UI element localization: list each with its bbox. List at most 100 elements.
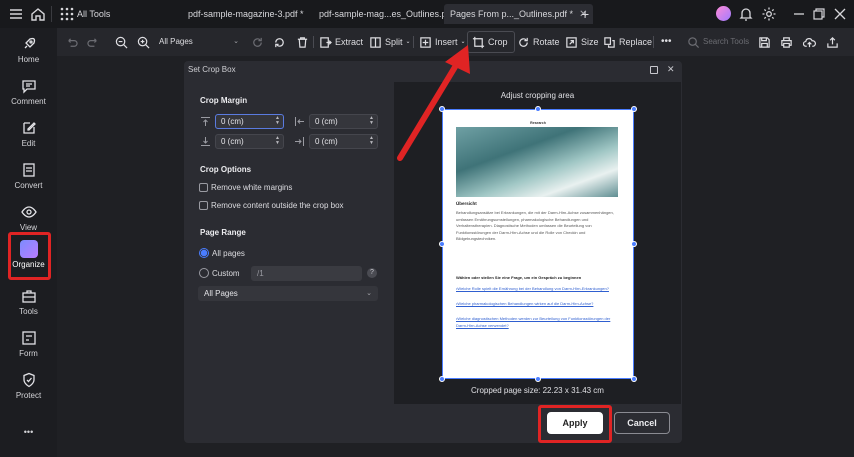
sidebar-item-form[interactable]: Form [0,326,57,366]
stepper-icon[interactable]: ▲ ▼ [275,116,280,126]
maximize-dialog-icon[interactable] [650,66,658,74]
save-icon[interactable] [758,34,771,50]
stepper-icon[interactable]: ▲ ▼ [369,136,374,146]
rotate-button[interactable]: Rotate [517,34,560,50]
rotate-icon [519,37,528,47]
custom-range-placeholder: /1 [257,269,264,278]
doc-link[interactable]: •Welche Rolle spielt die Ernährung bei d… [456,286,618,293]
zoom-out-icon[interactable] [115,34,128,50]
margin-bottom-input[interactable]: 0 (cm) ▲ ▼ [215,134,284,149]
crop-handle[interactable] [631,106,637,112]
sidebar-item-tools[interactable]: Tools [0,284,57,324]
margin-top-input[interactable]: 0 (cm) ▲ ▼ [215,114,284,129]
upload-cloud-icon[interactable] [803,34,816,50]
doc-link[interactable]: •Welche pharmakologischen Behandlungen w… [456,301,618,308]
margin-top-value: 0 (cm) [221,117,244,126]
form-icon [21,330,37,346]
share-icon[interactable] [826,34,839,50]
redo-icon[interactable] [87,34,100,50]
chevron-down-icon: ⌄ [233,38,239,45]
custom-radio[interactable] [199,268,209,278]
tab-pages-from[interactable]: Pages From p..._Outlines.pdf * ✕ [444,4,594,24]
doc-link[interactable]: •Welche diagnostischen Methoden werden z… [456,316,618,329]
tab-magazine-3[interactable]: pdf-sample-magazine-3.pdf * [188,4,304,24]
all-pages-label: All pages [212,249,245,258]
minimize-icon[interactable] [791,6,807,22]
sidebar-item-comment[interactable]: Comment [0,74,57,114]
toolbox-icon [21,288,37,304]
page-range-select[interactable]: All Pages ⌄ [198,286,378,301]
restore-icon[interactable] [811,6,827,22]
custom-range-input[interactable]: /1 [251,266,362,281]
split-icon [370,36,381,48]
tab-outlines[interactable]: pdf-sample-mag...es_Outlines.pdf * [319,4,460,24]
dialog-title: Set Crop Box [188,65,236,74]
bell-icon[interactable] [738,6,754,22]
crop-handle[interactable] [439,241,445,247]
doc-body: Behandlungsansätze bei Erkrankungen, die… [456,210,614,241]
sidebar-item-protect[interactable]: Protect [0,368,57,408]
crop-handle[interactable] [535,376,541,382]
annotation-highlight-organize [8,232,51,280]
crop-label: Crop [488,37,508,47]
crop-handle[interactable] [631,376,637,382]
help-icon[interactable]: ? [367,268,377,278]
search-icon [688,36,700,48]
divider [51,6,52,22]
crop-margin-label: Crop Margin [200,96,248,105]
home-icon[interactable] [30,6,46,22]
search-tools-input[interactable]: Search Tools [687,34,749,50]
more-tools-icon[interactable]: ••• [661,34,672,50]
sidebar-item-edit[interactable]: Edit [0,116,57,156]
margin-top-icon [200,116,211,127]
pages-select-value: All Pages [159,37,193,46]
gear-icon[interactable] [761,6,777,22]
delete-icon[interactable] [296,34,309,50]
rotate-page-icon[interactable] [273,34,286,50]
margin-left-value: 0 (cm) [315,117,338,126]
eye-icon [20,204,37,220]
all-pages-radio[interactable] [199,248,209,258]
title-bar: All Tools pdf-sample-magazine-3.pdf * pd… [0,0,854,28]
pages-select[interactable]: All Pages ⌄ [153,33,243,51]
remove-outside-checkbox[interactable] [199,201,208,210]
avatar[interactable] [716,6,731,21]
grid-icon[interactable] [59,6,75,22]
shield-icon [21,372,37,388]
divider [653,36,654,48]
hamburger-menu-icon[interactable] [8,6,24,22]
crop-handle[interactable] [439,376,445,382]
extract-button[interactable]: Extract [319,34,363,50]
replace-label: Replace [619,37,653,47]
new-tab-button[interactable]: + [581,4,589,24]
all-tools-label[interactable]: All Tools [77,4,110,24]
replace-button[interactable]: Replace [603,34,652,50]
sidebar-item-label: Home [17,55,40,64]
margin-right-input[interactable]: 0 (cm) ▲ ▼ [309,134,378,149]
sidebar-item-label: Convert [14,181,43,190]
undo-icon[interactable] [65,34,78,50]
remove-white-margins-checkbox[interactable] [199,183,208,192]
close-dialog-icon[interactable]: ✕ [667,64,675,75]
sidebar-item-home[interactable]: Home [0,32,57,72]
more-icon[interactable]: ••• [0,427,57,437]
replace-icon [604,36,615,48]
size-button[interactable]: Size [565,34,599,50]
refresh-icon[interactable] [251,34,264,50]
print-icon[interactable] [780,34,793,50]
close-window-icon[interactable] [832,6,848,22]
sidebar-item-convert[interactable]: Convert [0,158,57,198]
crop-handle[interactable] [631,241,637,247]
size-icon [566,36,577,48]
page-range-label: Page Range [200,228,246,237]
sidebar-item-label: Edit [21,139,36,148]
crop-handle[interactable] [535,106,541,112]
cancel-button[interactable]: Cancel [614,412,670,434]
margin-left-input[interactable]: 0 (cm) ▲ ▼ [309,114,378,129]
zoom-in-icon[interactable] [137,34,150,50]
annotation-arrow [397,45,470,161]
stepper-icon[interactable]: ▲ ▼ [275,136,280,146]
remove-outside-label: Remove content outside the crop box [211,201,344,210]
chevron-down-icon: ⌄ [366,290,372,297]
stepper-icon[interactable]: ▲ ▼ [369,116,374,126]
